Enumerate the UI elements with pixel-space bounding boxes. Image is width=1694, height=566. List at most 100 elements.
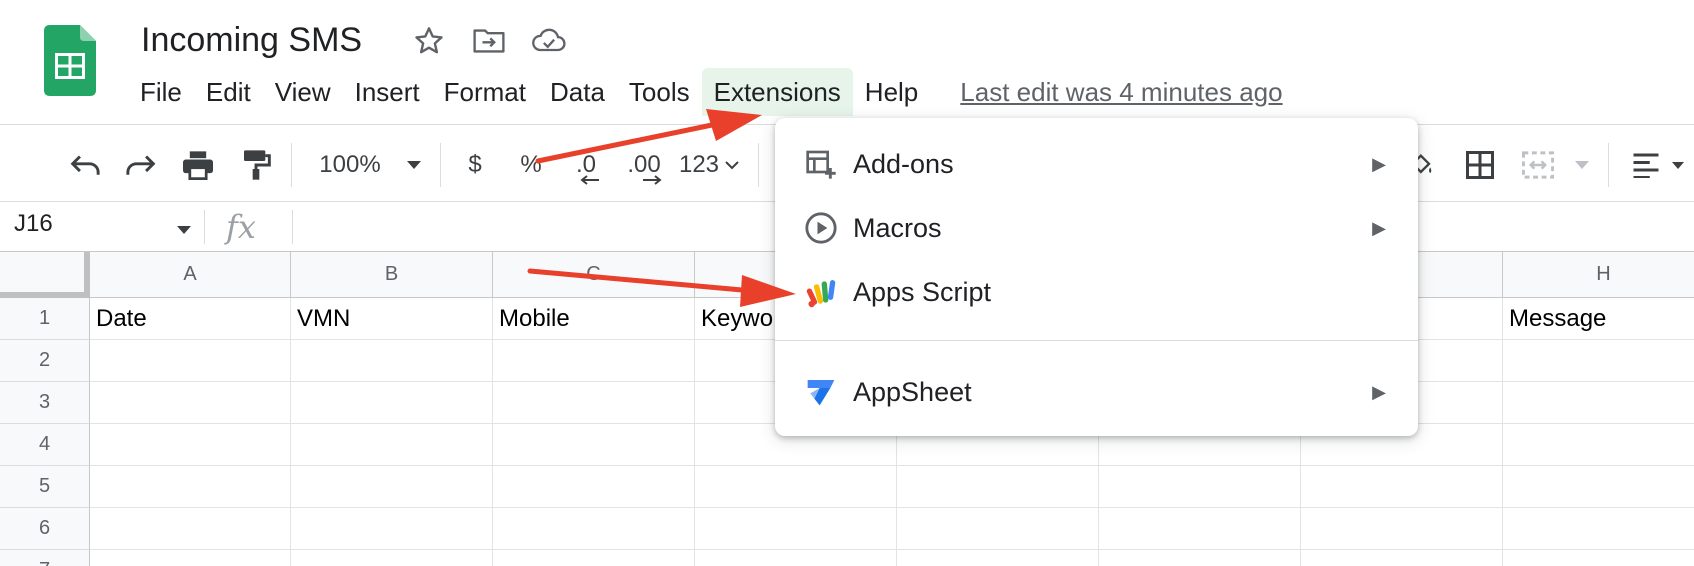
decrease-decimal-button[interactable]: .0 [566,145,606,185]
zoom-select[interactable]: 100% [312,145,388,185]
row-header-6[interactable]: 6 [0,508,90,550]
cell-c5[interactable] [493,466,695,508]
redo-icon[interactable] [118,145,162,185]
cell-h5[interactable] [1503,466,1694,508]
menu-format[interactable]: Format [432,68,538,116]
cell-a2[interactable] [90,340,291,382]
add-ons-icon [803,146,839,182]
menu-data[interactable]: Data [538,68,617,116]
format-currency-button[interactable]: $ [460,145,490,185]
print-icon[interactable] [176,145,220,185]
cell-h3[interactable] [1503,382,1694,424]
row-header-2[interactable]: 2 [0,340,90,382]
menu-edit[interactable]: Edit [194,68,263,116]
menu-item-label: Macros [853,212,942,243]
paint-format-icon[interactable] [234,145,278,185]
menu-insert[interactable]: Insert [343,68,432,116]
increase-decimal-button[interactable]: .00 [622,145,666,185]
cell-c4[interactable] [493,424,695,466]
row-header-7[interactable]: 7 [0,550,90,566]
menu-help[interactable]: Help [853,68,930,116]
left-arrow-icon [580,175,599,185]
row-header-3[interactable]: 3 [0,382,90,424]
menu-item-appsheet[interactable]: AppSheet ▶ [775,361,1418,423]
cell-c1[interactable]: Mobile [493,298,695,340]
cell-h2[interactable] [1503,340,1694,382]
undo-icon[interactable] [64,145,108,185]
cell-d5[interactable] [695,466,897,508]
cell-h6[interactable] [1503,508,1694,550]
cell-b6[interactable] [291,508,493,550]
cell-e6[interactable] [897,508,1099,550]
menu-extensions[interactable]: Extensions [701,68,853,116]
cell-b7[interactable] [291,550,493,566]
cell-c3[interactable] [493,382,695,424]
merge-cells-icon[interactable] [1516,145,1560,185]
cell-e7[interactable] [897,550,1099,566]
cell-a7[interactable] [90,550,291,566]
menu-divider [775,340,1418,341]
row-header-5[interactable]: 5 [0,466,90,508]
row-header-1[interactable]: 1 [0,298,90,340]
cell-c7[interactable] [493,550,695,566]
horizontal-align-icon[interactable] [1626,145,1666,185]
cell-b4[interactable] [291,424,493,466]
name-box[interactable]: J16 [14,210,53,238]
sheets-logo-icon[interactable] [44,25,96,96]
align-dropdown-arrow-icon[interactable] [1668,145,1688,185]
select-all-corner[interactable] [0,252,90,298]
cell-e5[interactable] [897,466,1099,508]
column-header-c[interactable]: C [493,252,695,298]
cell-h1[interactable]: Message [1503,298,1694,340]
row-header-4[interactable]: 4 [0,424,90,466]
submenu-arrow-icon: ▶ [1372,217,1386,238]
cell-b1[interactable]: VMN [291,298,493,340]
cell-c2[interactable] [493,340,695,382]
cell-b3[interactable] [291,382,493,424]
cell-a1[interactable]: Date [90,298,291,340]
borders-icon[interactable] [1460,145,1500,185]
cell-g5[interactable] [1301,466,1503,508]
cell-f6[interactable] [1099,508,1301,550]
apps-script-icon [803,274,839,310]
cell-d7[interactable] [695,550,897,566]
cell-c6[interactable] [493,508,695,550]
cell-f5[interactable] [1099,466,1301,508]
star-icon[interactable] [410,22,448,60]
menu-view[interactable]: View [263,68,343,116]
menu-item-macros[interactable]: Macros ▶ [775,197,1418,259]
column-header-a[interactable]: A [90,252,291,298]
cell-a6[interactable] [90,508,291,550]
cell-a3[interactable] [90,382,291,424]
submenu-arrow-icon: ▶ [1372,153,1386,174]
menu-file[interactable]: File [128,68,194,116]
cell-b5[interactable] [291,466,493,508]
menu-item-apps-script[interactable]: Apps Script [775,261,1418,323]
last-edit-link[interactable]: Last edit was 4 minutes ago [960,77,1282,108]
cloud-saved-icon[interactable] [530,22,568,60]
more-formats-arrow-icon[interactable] [722,145,742,185]
more-formats-button[interactable]: 123 [676,145,722,185]
cell-h7[interactable] [1503,550,1694,566]
merge-dropdown-arrow-icon[interactable] [1570,145,1594,185]
menu-tools[interactable]: Tools [617,68,702,116]
move-to-folder-icon[interactable] [470,22,508,60]
cell-h4[interactable] [1503,424,1694,466]
column-header-h[interactable]: H [1503,252,1694,298]
menu-item-add-ons[interactable]: Add-ons ▶ [775,133,1418,195]
menu-item-label: AppSheet [853,376,972,407]
menu-item-label: Add-ons [853,148,954,179]
cell-g6[interactable] [1301,508,1503,550]
document-title[interactable]: Incoming SMS [141,18,362,62]
cell-f7[interactable] [1099,550,1301,566]
cell-a5[interactable] [90,466,291,508]
cell-g7[interactable] [1301,550,1503,566]
name-box-dropdown-icon[interactable] [176,222,192,240]
cell-a4[interactable] [90,424,291,466]
fx-icon: fx [226,208,256,246]
cell-b2[interactable] [291,340,493,382]
cell-d6[interactable] [695,508,897,550]
format-percent-button[interactable]: % [516,145,546,185]
column-header-b[interactable]: B [291,252,493,298]
zoom-dropdown-arrow-icon[interactable] [400,145,428,185]
